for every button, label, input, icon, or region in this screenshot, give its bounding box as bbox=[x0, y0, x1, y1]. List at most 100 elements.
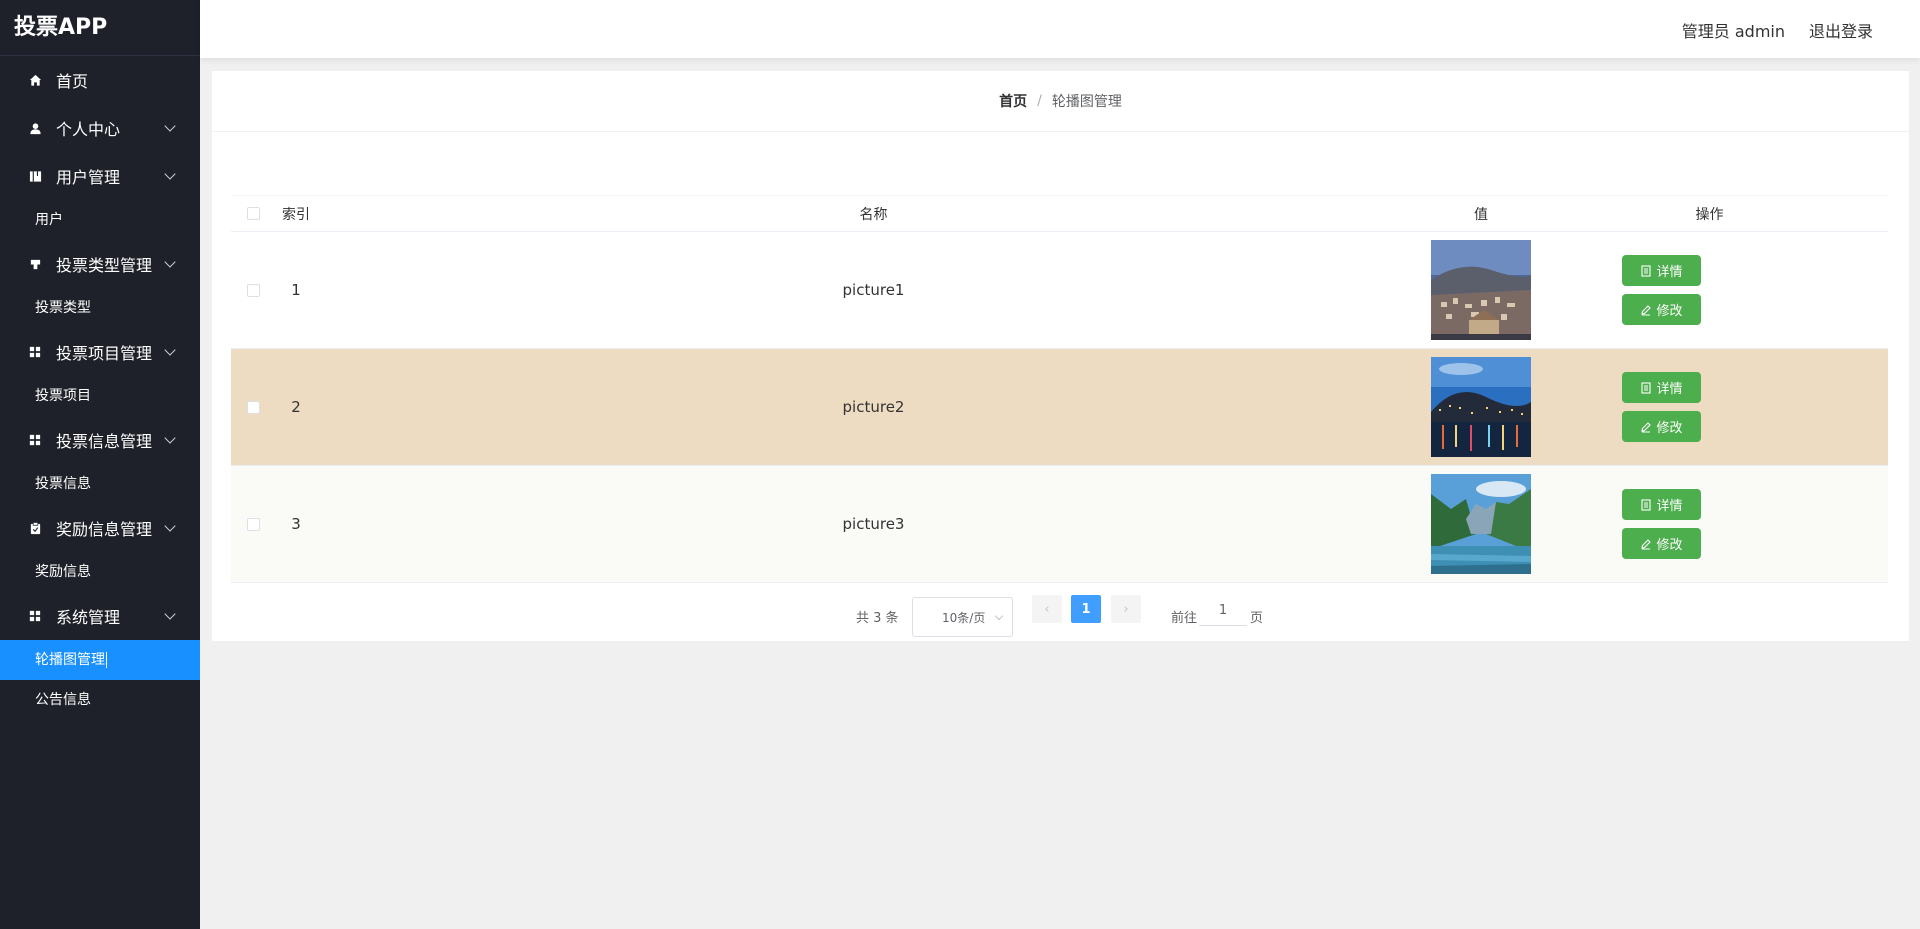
chevron-down-icon bbox=[994, 611, 1004, 621]
sidebar-item-vote-info-mgmt[interactable]: 投票信息管理 bbox=[0, 416, 200, 464]
sidebar-subitem-label: 投票类型 bbox=[35, 300, 91, 316]
sidebar-item-system-mgmt[interactable]: 系统管理 bbox=[0, 592, 200, 640]
carousel-image-thumbnail[interactable] bbox=[1431, 240, 1531, 340]
edit-button-label: 修改 bbox=[1656, 421, 1683, 436]
chevron-down-icon bbox=[164, 120, 176, 132]
carousel-image-thumbnail[interactable] bbox=[1431, 474, 1531, 574]
admin-user-label: 管理员 admin bbox=[1681, 22, 1785, 41]
goto-page-input[interactable]: 1 bbox=[1199, 596, 1247, 626]
sidebar-item-label: 奖励信息管理 bbox=[56, 520, 153, 539]
detail-button[interactable]: 详情 bbox=[1622, 255, 1701, 286]
table-row: 3 picture3 详情 修改 bbox=[231, 466, 1888, 583]
sidebar-item-label: 用户管理 bbox=[56, 168, 121, 187]
sidebar-subitem-user[interactable]: 用户 bbox=[0, 200, 200, 240]
sidebar-item-home[interactable]: 首页 bbox=[0, 56, 200, 104]
sidebar-subitem-label: 公告信息 bbox=[35, 692, 91, 708]
user-icon bbox=[28, 121, 42, 135]
sidebar: 投票APP 首页 个人中心 用户管理 用户 投票类型管理 投票类型 投票项目管理 bbox=[0, 0, 200, 929]
row-index: 3 bbox=[291, 515, 301, 533]
row-checkbox[interactable] bbox=[247, 283, 260, 297]
column-header-actions: 操作 bbox=[1695, 206, 1724, 223]
edit-button[interactable]: 修改 bbox=[1622, 528, 1701, 559]
row-checkbox[interactable] bbox=[247, 400, 260, 414]
pagination: 共 3 条 10条/页 ‹ 1 › 前往 1 页 bbox=[212, 593, 1909, 639]
row-checkbox[interactable] bbox=[247, 517, 260, 531]
chevron-down-icon bbox=[164, 168, 176, 180]
breadcrumb-home[interactable]: 首页 bbox=[999, 91, 1027, 111]
goto-suffix: 页 bbox=[1250, 611, 1264, 626]
row-name: picture1 bbox=[842, 281, 905, 299]
breadcrumb: 首页 / 轮播图管理 bbox=[212, 71, 1909, 132]
carousel-table: 索引 名称 值 操作 1 picture1 详情 修改 2 picture2 详… bbox=[231, 195, 1888, 583]
sidebar-item-reward-mgmt[interactable]: 奖励信息管理 bbox=[0, 504, 200, 552]
sidebar-item-label: 系统管理 bbox=[56, 608, 121, 627]
row-index: 2 bbox=[291, 398, 301, 416]
sidebar-subitem-notice[interactable]: 公告信息 bbox=[0, 680, 200, 720]
vote-type-icon bbox=[28, 257, 42, 271]
page-size-value: 10条/页 bbox=[942, 610, 986, 625]
row-name: picture3 bbox=[842, 515, 905, 533]
edit-button-label: 修改 bbox=[1656, 304, 1683, 319]
sidebar-subitem-label: 轮播图管理 bbox=[35, 652, 105, 668]
logout-button[interactable]: 退出登录 bbox=[1809, 18, 1873, 42]
detail-button-label: 详情 bbox=[1656, 499, 1683, 514]
page-size-select[interactable]: 10条/页 bbox=[912, 597, 1013, 637]
column-header-name: 名称 bbox=[859, 206, 888, 223]
sidebar-subitem-vote-project[interactable]: 投票项目 bbox=[0, 376, 200, 416]
detail-button[interactable]: 详情 bbox=[1622, 489, 1701, 520]
select-all-checkbox[interactable] bbox=[247, 207, 260, 220]
pencil-icon bbox=[1641, 304, 1652, 315]
top-header: 管理员 admin 退出登录 bbox=[200, 0, 1920, 58]
detail-button-label: 详情 bbox=[1656, 382, 1683, 397]
edit-button[interactable]: 修改 bbox=[1622, 411, 1701, 442]
document-icon bbox=[1641, 498, 1652, 511]
page-number-button[interactable]: 1 bbox=[1071, 595, 1101, 623]
pencil-icon bbox=[1641, 538, 1652, 549]
content-card: 首页 / 轮播图管理 索引 名称 值 操作 1 picture1 详情 修改 2… bbox=[212, 71, 1909, 641]
column-header-index: 索引 bbox=[282, 206, 310, 223]
sidebar-item-label: 投票项目管理 bbox=[56, 344, 153, 363]
pagination-total: 共 3 条 bbox=[856, 611, 899, 626]
breadcrumb-current: 轮播图管理 bbox=[1051, 94, 1122, 110]
edit-button[interactable]: 修改 bbox=[1622, 294, 1701, 325]
table-header: 索引 名称 值 操作 bbox=[231, 196, 1888, 232]
chevron-right-icon: › bbox=[1123, 601, 1129, 617]
clipboard-icon bbox=[28, 521, 42, 535]
chevron-down-icon bbox=[164, 344, 176, 356]
row-name: picture2 bbox=[842, 398, 905, 416]
table-row: 2 picture2 详情 修改 bbox=[231, 349, 1888, 466]
sidebar-subitem-vote-info[interactable]: 投票信息 bbox=[0, 464, 200, 504]
sidebar-item-profile[interactable]: 个人中心 bbox=[0, 104, 200, 152]
sidebar-item-label: 个人中心 bbox=[56, 120, 121, 139]
chevron-down-icon bbox=[164, 608, 176, 620]
sidebar-subitem-label: 投票项目 bbox=[35, 388, 91, 404]
user-manage-icon bbox=[28, 169, 42, 183]
carousel-image-thumbnail[interactable] bbox=[1431, 357, 1531, 457]
sidebar-subitem-vote-type[interactable]: 投票类型 bbox=[0, 288, 200, 328]
sidebar-item-user-mgmt[interactable]: 用户管理 bbox=[0, 152, 200, 200]
grid-icon bbox=[28, 609, 42, 623]
sidebar-item-label: 首页 bbox=[56, 72, 89, 91]
document-icon bbox=[1641, 381, 1652, 394]
grid-icon bbox=[28, 345, 42, 359]
home-icon bbox=[28, 73, 42, 87]
column-header-value: 值 bbox=[1474, 206, 1488, 223]
sidebar-item-label: 投票信息管理 bbox=[56, 432, 153, 451]
next-page-button[interactable]: › bbox=[1111, 595, 1141, 623]
detail-button[interactable]: 详情 bbox=[1622, 372, 1701, 403]
chevron-down-icon bbox=[164, 520, 176, 532]
edit-button-label: 修改 bbox=[1656, 538, 1683, 553]
breadcrumb-separator: / bbox=[1037, 93, 1042, 109]
row-index: 1 bbox=[291, 281, 301, 299]
chevron-down-icon bbox=[164, 256, 176, 268]
sidebar-item-vote-project-mgmt[interactable]: 投票项目管理 bbox=[0, 328, 200, 376]
chevron-left-icon: ‹ bbox=[1044, 601, 1050, 617]
app-logo-title: 投票APP bbox=[0, 0, 200, 56]
sidebar-item-vote-type-mgmt[interactable]: 投票类型管理 bbox=[0, 240, 200, 288]
sidebar-subitem-reward[interactable]: 奖励信息 bbox=[0, 552, 200, 592]
prev-page-button[interactable]: ‹ bbox=[1032, 595, 1062, 623]
sidebar-subitem-label: 投票信息 bbox=[35, 476, 91, 492]
sidebar-subitem-label: 用户 bbox=[35, 212, 63, 228]
sidebar-subitem-carousel[interactable]: 轮播图管理 bbox=[0, 640, 200, 680]
grid-icon bbox=[28, 433, 42, 447]
